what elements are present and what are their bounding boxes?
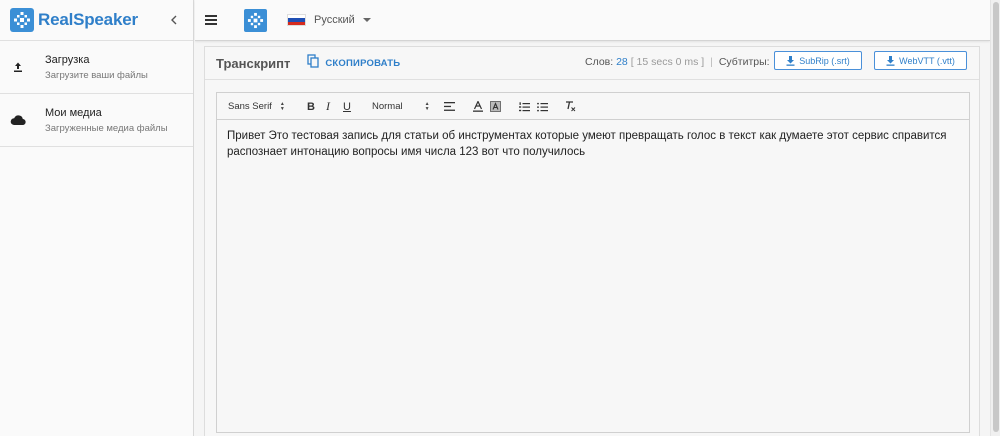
- upload-icon: [10, 59, 26, 75]
- italic-icon[interactable]: I: [326, 93, 330, 120]
- download-vtt-button[interactable]: WebVTT (.vtt): [874, 51, 967, 70]
- size-picker[interactable]: Normal ▲ ▼: [372, 93, 430, 120]
- language-label: Русский: [314, 14, 355, 26]
- divider: |: [710, 56, 713, 68]
- picker-arrows-icon: ▲ ▼: [279, 100, 285, 112]
- duration: [ 15 secs 0 ms ]: [630, 56, 705, 68]
- sidebar-item-my-media[interactable]: Мои медиа Загруженные медиа файлы: [0, 94, 193, 147]
- sidebar-item-upload[interactable]: Загрузка Загрузите ваши файлы: [0, 41, 193, 94]
- subtitles-label: Субтитры:: [718, 56, 770, 68]
- copy-button[interactable]: СКОПИРОВАТЬ: [307, 53, 401, 73]
- words-count: 28: [616, 56, 628, 68]
- chevron-left-icon[interactable]: [167, 11, 181, 29]
- logo-icon: [10, 8, 34, 32]
- russian-flag-icon: [287, 14, 306, 26]
- download-srt-button[interactable]: SubRip (.srt): [774, 51, 862, 70]
- logo-icon[interactable]: [244, 8, 267, 32]
- sidebar-item-subtitle: Загрузите ваши файлы: [45, 69, 148, 81]
- underline-icon[interactable]: U: [343, 93, 351, 120]
- sidebar-item-subtitle: Загруженные медиа файлы: [45, 122, 168, 134]
- align-icon[interactable]: [444, 93, 455, 120]
- page-title: Транскрипт: [216, 55, 291, 71]
- sidebar-header: RealSpeaker: [0, 0, 193, 41]
- caret-down-icon: [362, 18, 371, 22]
- transcript-text[interactable]: Привет Это тестовая запись для статьи об…: [217, 120, 969, 168]
- scrollbar-thumb[interactable]: [993, 2, 999, 432]
- font-picker[interactable]: Sans Serif ▲ ▼: [228, 93, 285, 120]
- ordered-list-icon[interactable]: [519, 93, 530, 120]
- top-bar: Русский: [195, 0, 990, 41]
- language-selector[interactable]: Русский: [287, 14, 371, 26]
- bullet-list-icon[interactable]: [537, 93, 548, 120]
- copy-icon: [307, 53, 320, 73]
- transcript-panel: Транскрипт СКОПИРОВАТЬ Слов: 28 [ 15 sec…: [204, 46, 980, 436]
- sidebar: RealSpeaker Загрузка Загрузите ваши файл…: [0, 0, 194, 436]
- copy-label: СКОПИРОВАТЬ: [325, 57, 401, 69]
- clear-format-icon[interactable]: [565, 93, 576, 120]
- background-color-icon[interactable]: [490, 93, 501, 120]
- download-icon: [886, 55, 895, 66]
- transcript-header: Транскрипт СКОПИРОВАТЬ Слов: 28 [ 15 sec…: [205, 47, 979, 80]
- cloud-icon: [10, 112, 26, 128]
- transcript-stats: Слов: 28 [ 15 secs 0 ms ] | Субтитры:: [585, 56, 770, 68]
- editor-toolbar: Sans Serif ▲ ▼ B I U Normal ▲ ▼: [217, 93, 969, 120]
- app-name: RealSpeaker: [38, 10, 138, 29]
- words-label: Слов:: [585, 56, 614, 68]
- bold-icon[interactable]: B: [307, 93, 315, 120]
- text-color-icon[interactable]: [473, 93, 483, 120]
- size-picker-label: Normal: [372, 101, 403, 112]
- download-icon: [786, 55, 795, 66]
- sidebar-item-title: Мои медиа: [45, 106, 102, 119]
- hamburger-menu-icon[interactable]: [205, 14, 217, 26]
- download-srt-label: SubRip (.srt): [799, 55, 850, 66]
- font-picker-label: Sans Serif: [228, 101, 272, 112]
- text-editor: Sans Serif ▲ ▼ B I U Normal ▲ ▼ Привет Э…: [216, 92, 970, 433]
- vertical-scrollbar[interactable]: [990, 0, 1000, 436]
- picker-arrows-icon: ▲ ▼: [424, 100, 430, 112]
- sidebar-item-title: Загрузка: [45, 53, 90, 66]
- download-vtt-label: WebVTT (.vtt): [899, 55, 955, 66]
